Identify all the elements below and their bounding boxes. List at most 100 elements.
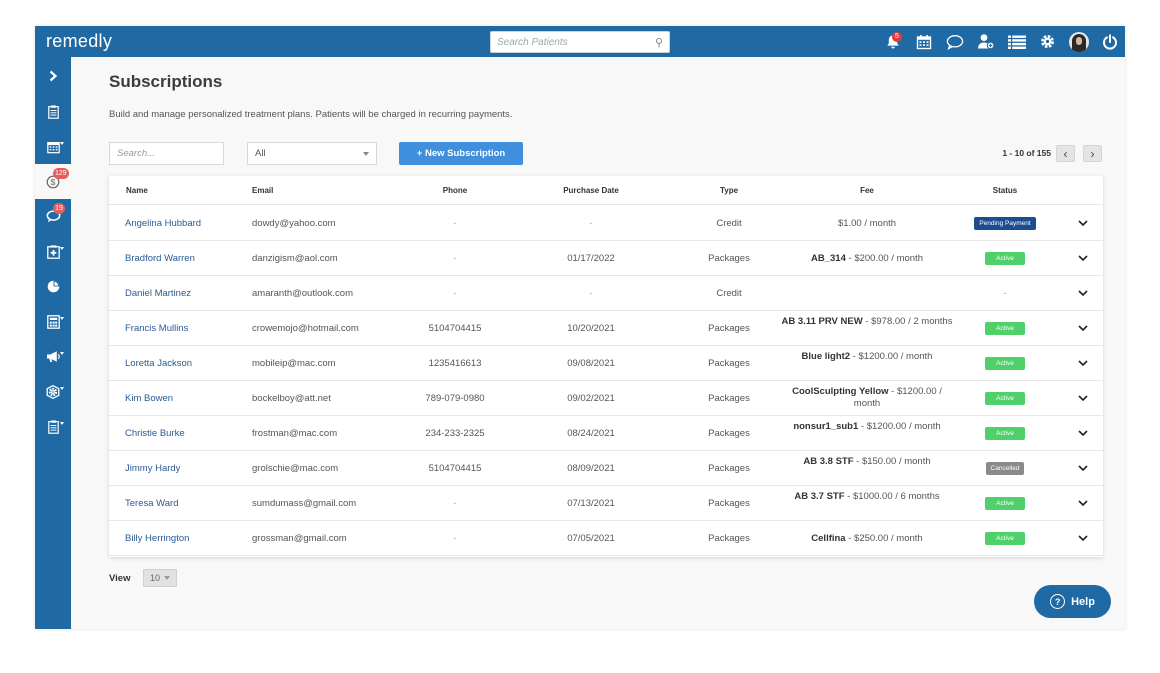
patient-name-link[interactable]: Jimmy Hardy <box>125 463 180 474</box>
patient-name-link[interactable]: Loretta Jackson <box>125 358 192 369</box>
table-row[interactable]: Angelina Hubbard dowdy@yahoo.com - - Credit $… <box>109 206 1103 241</box>
list-button[interactable] <box>1001 26 1032 57</box>
purchase-date: - <box>589 288 593 299</box>
table-row[interactable]: Loretta Jackson mobileip@mac.com 123541661… <box>109 346 1103 381</box>
notifications-button[interactable]: 5 <box>877 26 908 57</box>
sidebar-item-marketing[interactable] <box>35 339 71 374</box>
page-size-select[interactable]: 10 <box>143 569 177 587</box>
patient-phone: - <box>453 288 457 299</box>
patient-search-input[interactable]: Search Patients ⚲ <box>490 31 670 53</box>
sidebar-expand-button[interactable] <box>35 58 71 93</box>
status-cell: Active <box>955 532 1055 545</box>
fee-package-name: AB 3.7 STF <box>794 491 845 502</box>
purchase-date: 09/08/2021 <box>567 358 615 369</box>
sidebar-item-billing[interactable] <box>35 304 71 339</box>
status-badge: Active <box>985 322 1025 335</box>
clipboard-icon <box>47 104 59 119</box>
filter-value: All <box>255 148 266 159</box>
subscription-fee: $1.00 / month <box>779 218 955 230</box>
subscription-type: Packages <box>708 463 750 474</box>
status-cell: Active <box>955 392 1055 405</box>
chevron-down-icon <box>60 422 64 425</box>
expand-row-button[interactable] <box>1078 533 1088 543</box>
header-phone[interactable]: Phone <box>403 186 507 195</box>
table-row[interactable]: Jimmy Hardy grolschie@mac.com 5104704415 08… <box>109 451 1103 486</box>
status-empty: - <box>1003 288 1007 299</box>
settings-button[interactable] <box>1032 26 1063 57</box>
table-row[interactable]: Bradford Warren danzigism@aol.com - 01/17/2… <box>109 241 1103 276</box>
chevron-down-icon <box>60 352 64 355</box>
header-status[interactable]: Status <box>955 186 1055 195</box>
brand-logo[interactable]: remedly <box>46 31 112 52</box>
expand-row-button[interactable] <box>1078 288 1088 298</box>
sidebar-item-reports[interactable] <box>35 409 71 444</box>
subscription-search-input[interactable]: Search... <box>109 142 224 165</box>
sidebar-item-calendar[interactable] <box>35 129 71 164</box>
patient-name-link[interactable]: Kim Bowen <box>125 393 173 404</box>
patient-email: danzigism@aol.com <box>252 253 338 264</box>
table-row[interactable]: Kim Bowen bockelboy@att.net 789-079-0980 09… <box>109 381 1103 416</box>
expand-row-button[interactable] <box>1078 498 1088 508</box>
table-row[interactable]: Teresa Ward sumdumass@gmail.com - 07/13/202… <box>109 486 1103 521</box>
header-email[interactable]: Email <box>252 186 273 195</box>
chevron-right-icon <box>49 70 58 81</box>
chevron-down-icon <box>1078 534 1088 541</box>
chat-button[interactable] <box>939 26 970 57</box>
expand-row-button[interactable] <box>1078 463 1088 473</box>
new-subscription-button[interactable]: + New Subscription <box>399 142 523 165</box>
pagination-summary: 1 - 10 of 155 <box>1002 148 1051 158</box>
purchase-date: 01/17/2022 <box>567 253 615 264</box>
table-row[interactable]: Billy Herrington grossman@gmail.com - 07/05… <box>109 521 1103 556</box>
expand-row-button[interactable] <box>1078 253 1088 263</box>
add-user-button[interactable] <box>970 26 1001 57</box>
status-filter-select[interactable]: All <box>247 142 377 165</box>
fee-amount: - $200.00 / month <box>845 253 923 264</box>
fee-amount: - $250.00 / month <box>845 533 923 544</box>
next-page-button[interactable]: › <box>1083 145 1102 162</box>
sidebar-item-inventory[interactable] <box>35 234 71 269</box>
expand-row-button[interactable] <box>1078 428 1088 438</box>
sidebar-item-settings[interactable] <box>35 374 71 409</box>
patient-phone: 1235416613 <box>428 358 482 369</box>
chevron-down-icon <box>60 317 64 320</box>
chat-icon <box>946 34 963 50</box>
subscription-type: Packages <box>708 428 750 439</box>
sidebar-item-payments[interactable]: $ 129 <box>35 164 71 199</box>
sidebar-item-messages[interactable]: 19 <box>35 199 71 234</box>
patient-email: bockelboy@att.net <box>252 393 331 404</box>
expand-row-button[interactable] <box>1078 358 1088 368</box>
patient-name-link[interactable]: Daniel Martinez <box>125 288 191 299</box>
header-fee[interactable]: Fee <box>779 186 955 195</box>
calendar-icon <box>916 34 931 49</box>
subscription-type: Packages <box>708 323 750 334</box>
header-type[interactable]: Type <box>679 186 779 195</box>
expand-row-button[interactable] <box>1078 323 1088 333</box>
status-badge: Pending Payment <box>974 217 1036 230</box>
status-cell: Active <box>955 252 1055 265</box>
expand-row-button[interactable] <box>1078 393 1088 403</box>
patient-name-link[interactable]: Angelina Hubbard <box>125 218 201 229</box>
patient-name-link[interactable]: Christie Burke <box>125 428 185 439</box>
page-subtitle: Build and manage personalized treatment … <box>109 109 513 120</box>
subscription-fee: AB 3.7 STF - $1000.00 / 6 months <box>779 491 955 503</box>
patient-phone: - <box>453 253 457 264</box>
logout-button[interactable] <box>1094 26 1125 57</box>
profile-button[interactable] <box>1063 26 1094 57</box>
previous-page-button[interactable]: ‹ <box>1056 145 1075 162</box>
patient-name-link[interactable]: Francis Mullins <box>125 323 188 334</box>
sidebar-item-analytics[interactable] <box>35 269 71 304</box>
patient-name-link[interactable]: Billy Herrington <box>125 533 189 544</box>
table-row[interactable]: Daniel Martinez amaranth@outlook.com - - Cre… <box>109 276 1103 311</box>
table-row[interactable]: Francis Mullins crowemojo@hotmail.com 5104… <box>109 311 1103 346</box>
patient-name-link[interactable]: Teresa Ward <box>125 498 179 509</box>
table-row[interactable]: Christie Burke frostman@mac.com 234-233-23… <box>109 416 1103 451</box>
status-cell: Active <box>955 322 1055 335</box>
header-purchase-date[interactable]: Purchase Date <box>539 186 643 195</box>
purchase-date: 07/13/2021 <box>567 498 615 509</box>
header-name[interactable]: Name <box>126 186 148 195</box>
patient-name-link[interactable]: Bradford Warren <box>125 253 195 264</box>
sidebar-item-charts[interactable] <box>35 94 71 129</box>
help-button[interactable]: ? Help <box>1034 585 1111 618</box>
calendar-button[interactable] <box>908 26 939 57</box>
expand-row-button[interactable] <box>1078 218 1088 228</box>
